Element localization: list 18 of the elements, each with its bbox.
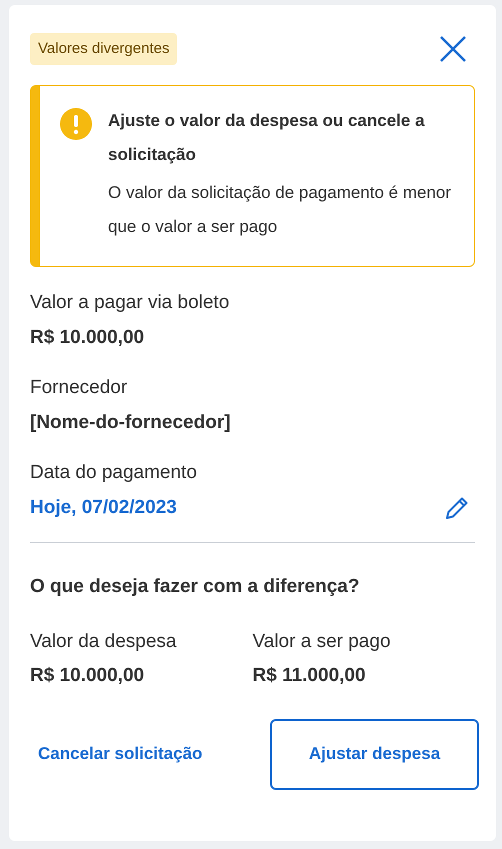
field-value: Hoje, 07/02/2023 <box>30 496 177 520</box>
question-text: O que deseja fazer com a diferença? <box>30 575 360 599</box>
adjust-button[interactable]: Ajustar despesa <box>270 718 479 790</box>
field-label: Fornecedor <box>30 376 128 400</box>
amount-label: Valor a ser pago <box>252 630 392 654</box>
field-label: Data do pagamento <box>30 461 198 485</box>
cancel-link[interactable]: Cancelar solicitação <box>30 729 210 779</box>
status-badge: Valores divergentes <box>30 32 178 66</box>
warning-icon <box>60 108 92 140</box>
amount-label: Valor da despesa <box>30 630 178 654</box>
field-value: [Nome-do-fornecedor] <box>30 410 231 434</box>
field-label: Valor a pagar via boleto <box>30 291 230 315</box>
amount-value: R$ 10.000,00 <box>30 664 146 688</box>
close-icon <box>439 35 467 63</box>
alert-title: Ajuste o valor da despesa ou cancele a solicitação <box>108 110 426 166</box>
alert-message: O valor da solicitação de pagamento é menor que o valor a ser pago <box>108 182 452 238</box>
amount-value: R$ 11.000,00 <box>252 664 367 688</box>
field-value: R$ 10.000,00 <box>30 326 144 350</box>
